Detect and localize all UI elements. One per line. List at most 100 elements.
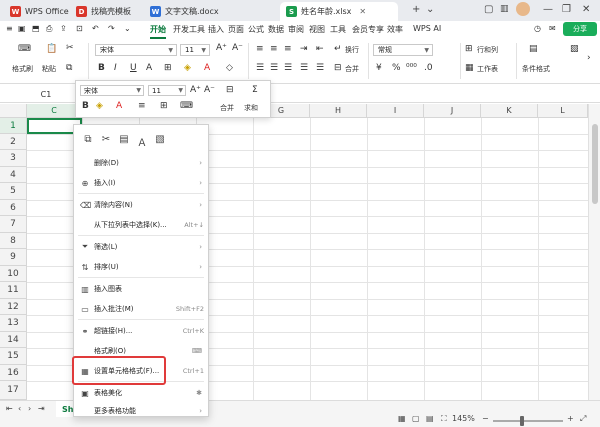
more-icon[interactable]: ⌄ bbox=[124, 24, 131, 33]
conditional-format-icon[interactable]: ▤ bbox=[529, 44, 538, 54]
menu-item-hyperlink[interactable]: ⚭ 超链接(H)... Ctrl+K bbox=[74, 321, 208, 341]
rows-cols-icon[interactable]: ⊞ bbox=[465, 44, 473, 54]
increase-font-icon[interactable]: A⁺ bbox=[190, 85, 201, 95]
column-header[interactable]: J bbox=[424, 104, 481, 118]
menu-developer[interactable]: 开发工具 bbox=[173, 24, 205, 35]
increase-font-icon[interactable]: A⁺ bbox=[216, 43, 227, 53]
print-icon[interactable]: ⎙ bbox=[46, 24, 52, 34]
mini-font-select[interactable]: 宋体 ▼ bbox=[80, 85, 144, 96]
wrap-label[interactable]: 换行 bbox=[345, 45, 359, 55]
menu-tools[interactable]: 工具 bbox=[330, 24, 346, 35]
scrollbar-thumb[interactable] bbox=[592, 124, 598, 204]
avatar[interactable] bbox=[516, 2, 530, 16]
number-format-select[interactable]: 常规 ▼ bbox=[373, 44, 433, 56]
zoom-in-icon[interactable]: + bbox=[567, 414, 574, 423]
view-normal-icon[interactable]: ▦ bbox=[398, 414, 406, 423]
next-sheet-icon[interactable]: › bbox=[28, 404, 31, 413]
view-fullscreen-icon[interactable]: ⛶ bbox=[441, 414, 447, 424]
merge-icon[interactable]: ⊟ bbox=[226, 85, 234, 95]
format-painter-label[interactable]: 格式刷 bbox=[12, 64, 33, 74]
close-window-icon[interactable]: ✕ bbox=[582, 4, 590, 15]
wrap-icon[interactable]: ↵ bbox=[334, 44, 342, 54]
folder-icon[interactable]: ⬒ bbox=[32, 24, 40, 33]
outdent-icon[interactable]: ⇤ bbox=[316, 44, 324, 54]
menu-item-delete[interactable]: 删除(D) › bbox=[74, 153, 208, 173]
copy-icon[interactable]: ⧉ bbox=[66, 63, 72, 73]
row-header[interactable]: 16 bbox=[0, 365, 27, 381]
menu-item-filter[interactable]: ⏷ 筛选(L) › bbox=[74, 237, 208, 257]
cut-icon[interactable]: ✂ bbox=[66, 43, 74, 53]
history-icon[interactable]: ◷ bbox=[534, 24, 541, 33]
row-header[interactable]: 10 bbox=[0, 266, 27, 282]
column-header[interactable]: I bbox=[367, 104, 424, 118]
font-color-icon[interactable]: A bbox=[116, 101, 122, 111]
justify-icon[interactable]: ☰ bbox=[300, 63, 308, 73]
menu-item-insert-comment[interactable]: ▭ 插入批注(M) Shift+F2 bbox=[74, 299, 208, 319]
paste-label[interactable]: 粘贴 bbox=[42, 64, 56, 74]
font-size-select[interactable]: 11 ▼ bbox=[180, 44, 210, 56]
redo-icon[interactable]: ↷ bbox=[108, 24, 115, 33]
tab-template[interactable]: D 找稿壳模板 bbox=[70, 2, 137, 21]
font-color-icon[interactable]: A bbox=[204, 63, 210, 73]
column-header[interactable]: H bbox=[310, 104, 367, 118]
decrease-font-icon[interactable]: A⁻ bbox=[232, 43, 243, 53]
save-icon[interactable]: ▣ bbox=[18, 24, 26, 33]
window-icon[interactable]: ▢ bbox=[484, 4, 493, 15]
tab-wps-office[interactable]: W WPS Office bbox=[4, 2, 75, 21]
menu-wps-ai[interactable]: WPS AI bbox=[413, 24, 441, 33]
row-header[interactable]: 2 bbox=[0, 134, 27, 150]
view-layout-icon[interactable]: ▤ bbox=[426, 414, 434, 423]
border-icon[interactable]: ⊞ bbox=[164, 63, 172, 73]
export-icon[interactable]: ⇪ bbox=[60, 24, 67, 33]
zoom-slider-knob[interactable] bbox=[520, 416, 524, 426]
style-icon[interactable]: ▧ bbox=[570, 44, 579, 54]
currency-icon[interactable]: ¥ bbox=[376, 63, 382, 73]
notification-icon[interactable]: ✉ bbox=[549, 24, 556, 33]
menu-review[interactable]: 审阅 bbox=[288, 24, 304, 35]
format-painter-icon[interactable]: ⌨ bbox=[18, 44, 31, 54]
percent-icon[interactable]: % bbox=[392, 63, 401, 73]
menu-item-pick-list[interactable]: 从下拉列表中选择(K)... Alt+↓ bbox=[74, 215, 208, 235]
merge-label[interactable]: 合并 bbox=[220, 103, 234, 113]
bold-icon[interactable]: B bbox=[98, 63, 105, 73]
align-right-icon[interactable]: ☰ bbox=[284, 63, 292, 73]
row-header[interactable]: 3 bbox=[0, 150, 27, 167]
strikethrough-icon[interactable]: A bbox=[146, 63, 152, 73]
menu-item-insert-chart[interactable]: ▥ 插入图表 bbox=[74, 279, 208, 299]
undo-icon[interactable]: ↶ bbox=[92, 24, 99, 33]
align-bottom-icon[interactable]: ≡ bbox=[284, 44, 292, 54]
align-center-icon[interactable]: ☰ bbox=[270, 63, 278, 73]
paste-text-icon[interactable]: Ａ bbox=[136, 134, 148, 149]
tab-xlsx[interactable]: S 姓名年龄.xlsx ✕ bbox=[280, 2, 398, 21]
select-all-corner[interactable] bbox=[0, 104, 27, 118]
row-header[interactable]: 8 bbox=[0, 233, 27, 249]
zoom-out-icon[interactable]: − bbox=[482, 414, 489, 423]
row-header[interactable]: 17 bbox=[0, 381, 27, 400]
rows-cols-label[interactable]: 行和列 bbox=[477, 45, 498, 55]
name-box[interactable]: C1 bbox=[6, 87, 86, 101]
menu-insert[interactable]: 插入 bbox=[208, 24, 224, 35]
align-icon[interactable]: ≡ bbox=[138, 101, 146, 111]
close-tab-icon[interactable]: ✕ bbox=[359, 7, 366, 16]
paste-icon[interactable]: 📋 bbox=[46, 44, 57, 54]
decimal-icon[interactable]: .0 bbox=[424, 63, 433, 73]
sum-icon[interactable]: Σ bbox=[252, 85, 258, 95]
chevron-down-icon[interactable]: ⌄ bbox=[426, 4, 434, 15]
format-painter-icon[interactable]: ⌨ bbox=[180, 101, 193, 111]
prev-sheet-icon[interactable]: ‹ bbox=[18, 404, 21, 413]
row-header[interactable]: 5 bbox=[0, 183, 27, 200]
layout-icon[interactable]: ▥ bbox=[500, 4, 509, 14]
paste-values-icon[interactable]: ▤ bbox=[118, 134, 130, 146]
row-header[interactable]: 11 bbox=[0, 282, 27, 299]
worksheet-icon[interactable]: ▦ bbox=[465, 63, 474, 73]
align-middle-icon[interactable]: ≡ bbox=[270, 44, 278, 54]
menu-efficiency[interactable]: 效率 bbox=[387, 24, 403, 35]
minimize-icon[interactable]: — bbox=[543, 4, 553, 15]
row-header[interactable]: 13 bbox=[0, 315, 27, 332]
zoom-level[interactable]: 145% bbox=[452, 414, 475, 423]
first-sheet-icon[interactable]: ⇤ bbox=[6, 404, 13, 413]
bold-icon[interactable]: B bbox=[82, 101, 89, 111]
menu-view[interactable]: 视图 bbox=[309, 24, 325, 35]
menu-page[interactable]: 页面 bbox=[228, 24, 244, 35]
row-header[interactable]: 6 bbox=[0, 200, 27, 216]
